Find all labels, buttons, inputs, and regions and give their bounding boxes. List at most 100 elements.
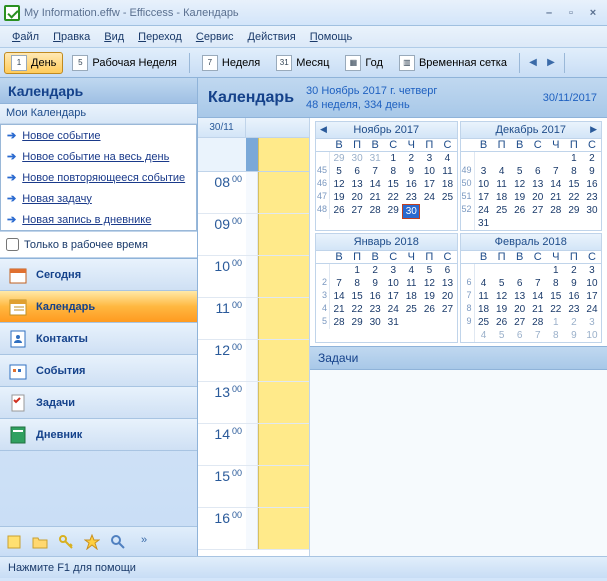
day-cell[interactable]: 9: [366, 277, 384, 290]
search-icon[interactable]: [110, 534, 126, 550]
day-cell[interactable]: [565, 217, 583, 230]
day-cell[interactable]: 6: [511, 277, 529, 290]
day-cell[interactable]: 5: [493, 277, 511, 290]
nav-diary[interactable]: Дневник: [0, 419, 197, 451]
workhours-checkbox-row[interactable]: Только в рабочее время: [0, 231, 197, 258]
action-item[interactable]: ➔Новая задачу: [1, 188, 196, 209]
day-cell[interactable]: 11: [475, 290, 493, 303]
day-cell[interactable]: 29: [330, 152, 348, 165]
day-cell[interactable]: 5: [493, 329, 511, 342]
day-cell[interactable]: 22: [565, 191, 583, 204]
day-cell[interactable]: 25: [493, 204, 511, 217]
menu-вид[interactable]: Вид: [98, 29, 130, 45]
nav-calendar[interactable]: Календарь: [0, 291, 197, 323]
day-cell[interactable]: 4: [475, 329, 493, 342]
day-cell[interactable]: 28: [529, 316, 547, 329]
day-cell[interactable]: 3: [475, 165, 493, 178]
prev-button[interactable]: ◀: [525, 53, 541, 73]
day-cell[interactable]: 15: [565, 178, 583, 191]
day-cell[interactable]: 17: [583, 290, 601, 303]
day-cell[interactable]: 20: [511, 303, 529, 316]
day-cell[interactable]: 12: [511, 178, 529, 191]
day-cell[interactable]: 2: [565, 316, 583, 329]
day-cell[interactable]: 10: [475, 178, 493, 191]
allday-slot[interactable]: [198, 138, 309, 172]
nav-contacts[interactable]: Контакты: [0, 323, 197, 355]
menu-файл[interactable]: Файл: [6, 29, 45, 45]
day-cell[interactable]: 8: [348, 277, 366, 290]
day-cell[interactable]: 2: [366, 264, 384, 277]
day-cell[interactable]: 3: [583, 316, 601, 329]
day-cell[interactable]: 23: [565, 303, 583, 316]
day-cell[interactable]: [583, 217, 601, 230]
day-cell[interactable]: 1: [348, 264, 366, 277]
hour-row[interactable]: 1300: [198, 382, 309, 424]
day-cell[interactable]: 8: [547, 277, 565, 290]
day-cell[interactable]: 6: [529, 165, 547, 178]
day-cell[interactable]: 5: [511, 165, 529, 178]
day-cell[interactable]: 6: [348, 165, 366, 178]
hour-row[interactable]: 1200: [198, 340, 309, 382]
day-cell[interactable]: 24: [475, 204, 493, 217]
day-cell[interactable]: 17: [475, 191, 493, 204]
day-cell[interactable]: 18: [475, 303, 493, 316]
view-month-button[interactable]: 31 Месяц: [269, 52, 336, 74]
day-cell[interactable]: 7: [547, 165, 565, 178]
day-cell[interactable]: 9: [583, 165, 601, 178]
day-cell[interactable]: 3: [583, 264, 601, 277]
day-cell[interactable]: [529, 264, 547, 277]
day-cell[interactable]: 27: [348, 204, 366, 219]
day-cell[interactable]: [402, 316, 420, 329]
day-cell[interactable]: 16: [402, 178, 420, 191]
day-cell[interactable]: 24: [420, 191, 438, 204]
day-cell[interactable]: 24: [384, 303, 402, 316]
day-cell[interactable]: 15: [384, 178, 402, 191]
day-cell[interactable]: 20: [348, 191, 366, 204]
hour-row[interactable]: 0900: [198, 214, 309, 256]
hour-row[interactable]: 1000: [198, 256, 309, 298]
day-cell[interactable]: 17: [420, 178, 438, 191]
tasks-body[interactable]: [310, 370, 607, 556]
menu-правка[interactable]: Правка: [47, 29, 96, 45]
day-cell[interactable]: 16: [366, 290, 384, 303]
action-item[interactable]: ➔Новое событие: [1, 125, 196, 146]
prev-month-icon[interactable]: ◀: [320, 124, 327, 135]
day-cell[interactable]: 9: [565, 329, 583, 342]
day-cell[interactable]: [511, 264, 529, 277]
day-cell[interactable]: 3: [420, 152, 438, 165]
menu-переход[interactable]: Переход: [132, 29, 188, 45]
day-cell[interactable]: 23: [366, 303, 384, 316]
day-cell[interactable]: 27: [529, 204, 547, 217]
day-cell[interactable]: [493, 264, 511, 277]
day-cell[interactable]: 23: [583, 191, 601, 204]
day-cell[interactable]: [330, 264, 348, 277]
day-cell[interactable]: 1: [547, 264, 565, 277]
day-cell[interactable]: 3: [384, 264, 402, 277]
day-cell[interactable]: 17: [384, 290, 402, 303]
day-cell[interactable]: 7: [529, 277, 547, 290]
day-cell[interactable]: 11: [493, 178, 511, 191]
menu-помощь[interactable]: Помощь: [304, 29, 359, 45]
close-button[interactable]: ×: [583, 5, 603, 21]
day-cell[interactable]: 14: [330, 290, 348, 303]
day-cell[interactable]: 16: [583, 178, 601, 191]
day-cell[interactable]: 19: [420, 290, 438, 303]
day-cell[interactable]: 19: [493, 303, 511, 316]
nav-tasks[interactable]: Задачи: [0, 387, 197, 419]
day-cell[interactable]: 21: [547, 191, 565, 204]
day-cell[interactable]: 10: [583, 329, 601, 342]
day-cell[interactable]: 26: [493, 316, 511, 329]
next-month-icon[interactable]: ▶: [590, 124, 597, 135]
day-cell[interactable]: 21: [330, 303, 348, 316]
hour-row[interactable]: 1600: [198, 508, 309, 550]
day-cell[interactable]: 23: [402, 191, 420, 204]
next-button[interactable]: ▶: [543, 53, 559, 73]
star-icon[interactable]: [84, 534, 100, 550]
day-cell[interactable]: 29: [384, 204, 402, 219]
view-workweek-button[interactable]: 5 Рабочая Неделя: [65, 52, 184, 74]
view-timegrid-button[interactable]: ▥ Временная сетка: [392, 52, 514, 74]
day-cell[interactable]: [475, 264, 493, 277]
day-cell[interactable]: 4: [475, 277, 493, 290]
day-cell[interactable]: [438, 204, 456, 219]
day-cell[interactable]: 9: [402, 165, 420, 178]
